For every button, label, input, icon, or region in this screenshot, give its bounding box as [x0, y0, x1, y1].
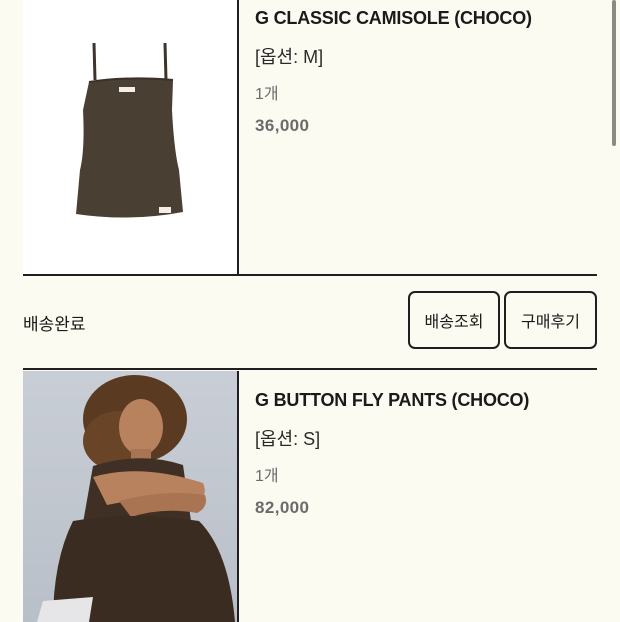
product-option: [옵션: S]	[255, 429, 321, 449]
order-item-pants: G BUTTON FLY PANTS (CHOCO) [옵션: S] 1개 82…	[23, 368, 597, 622]
product-option: [옵션: M]	[255, 47, 324, 67]
product-title[interactable]: G BUTTON FLY PANTS (CHOCO)	[255, 390, 595, 411]
product-quantity: 1개	[255, 468, 279, 485]
product-title[interactable]: G CLASSIC CAMISOLE (CHOCO)	[255, 8, 595, 29]
model-photo	[23, 371, 237, 622]
product-image-camisole[interactable]	[23, 0, 239, 274]
scrollbar[interactable]	[612, 0, 616, 146]
track-delivery-button[interactable]: 배송조회	[408, 291, 500, 349]
product-image-pants[interactable]	[23, 371, 239, 622]
order-item-camisole: G CLASSIC CAMISOLE (CHOCO) [옵션: M] 1개 36…	[23, 0, 597, 276]
delivery-status: 배송완료	[23, 315, 86, 334]
product-price: 36,000	[255, 116, 310, 135]
order-status-row: 배송완료 배송조회 구매후기	[23, 276, 597, 366]
write-review-button[interactable]: 구매후기	[504, 291, 597, 349]
product-quantity: 1개	[255, 86, 279, 103]
product-info: G CLASSIC CAMISOLE (CHOCO) [옵션: M] 1개 36…	[255, 8, 595, 136]
camisole-image	[23, 0, 237, 274]
product-info: G BUTTON FLY PANTS (CHOCO) [옵션: S] 1개 82…	[255, 390, 595, 518]
product-price: 82,000	[255, 498, 310, 517]
